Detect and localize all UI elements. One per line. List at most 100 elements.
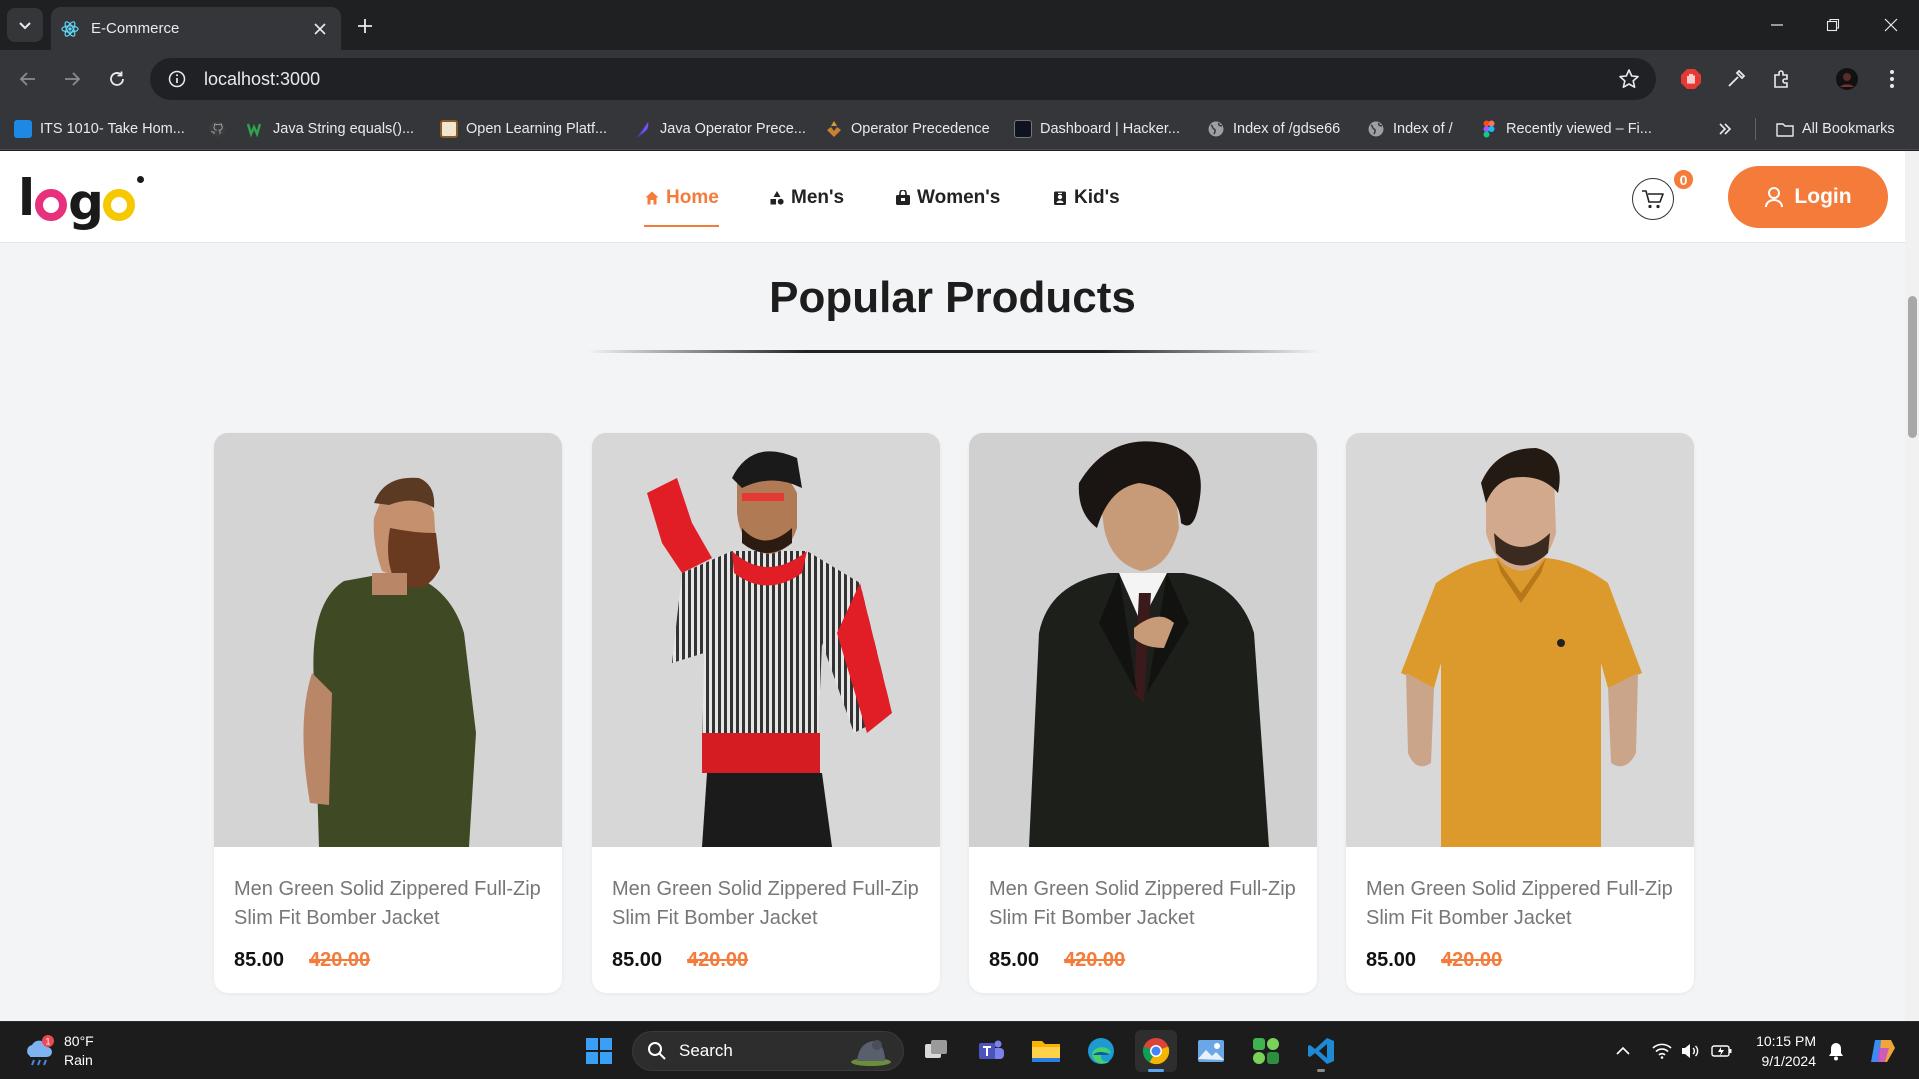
nav-kids[interactable]: Kid's (1052, 183, 1120, 213)
windows-logo-icon (586, 1038, 612, 1064)
restore-button[interactable] (1818, 10, 1848, 40)
photos-app[interactable] (1190, 1030, 1232, 1072)
product-card[interactable]: Men Green Solid Zippered Full-Zip Slim F… (1346, 433, 1694, 993)
photos-icon (1198, 1040, 1224, 1062)
product-image[interactable] (214, 433, 562, 847)
bookmark-star-button[interactable] (1618, 68, 1640, 90)
site-info-button[interactable] (156, 58, 198, 100)
search-icon (648, 1042, 666, 1060)
bookmark-item[interactable]: Index of / (1367, 117, 1453, 141)
title-divider (587, 350, 1320, 353)
browser-tab[interactable]: E-Commerce (51, 7, 341, 50)
clock-date: 9/1/2024 (1761, 1053, 1817, 1069)
hackerrank-icon (1014, 120, 1032, 138)
page-scrollbar-track[interactable] (1905, 151, 1919, 1021)
login-button[interactable]: Login (1728, 166, 1888, 228)
tab-search-button[interactable] (7, 8, 43, 42)
bookmarks-overflow-button[interactable] (1718, 117, 1732, 141)
nav-womens[interactable]: Women's (895, 183, 1000, 213)
product-old-price: 420.00 (309, 949, 371, 971)
profile-avatar[interactable] (1833, 65, 1861, 93)
bookmark-item[interactable]: Java Operator Prece... (634, 117, 806, 141)
browser-tab-strip: E-Commerce (0, 0, 1919, 50)
teams-icon (979, 1040, 1004, 1059)
bookmark-item[interactable]: Index of /gdse66 (1207, 117, 1340, 141)
back-button[interactable] (12, 63, 44, 95)
bookmark-label: ITS 1010- Take Hom... (40, 121, 185, 137)
task-view-button[interactable] (915, 1030, 957, 1072)
nav-home[interactable]: Home (644, 183, 719, 227)
product-name[interactable]: Men Green Solid Zippered Full-Zip Slim F… (989, 875, 1304, 933)
bookmark-label: Java Operator Prece... (660, 121, 806, 137)
nav-mens-label: Men's (791, 187, 845, 208)
file-explorer-app[interactable] (1025, 1030, 1067, 1072)
forward-button[interactable] (56, 63, 88, 95)
product-photo-black-suit (969, 433, 1317, 847)
show-hidden-icons-button[interactable] (1612, 1040, 1634, 1062)
bookmark-item[interactable] (208, 117, 234, 141)
start-button[interactable] (578, 1030, 620, 1072)
product-price: 85.00 (989, 949, 1040, 971)
product-photo-green-tshirt (214, 433, 562, 847)
bookmark-item[interactable]: Recently viewed – Fi... (1480, 117, 1652, 141)
puzzle-icon (1774, 70, 1788, 88)
running-app-indicator (1317, 1069, 1325, 1072)
bookmark-item[interactable]: Dashboard | Hacker... (1014, 117, 1180, 141)
volume-status[interactable] (1679, 1040, 1701, 1062)
vscode-app[interactable] (1300, 1030, 1342, 1072)
product-card[interactable]: Men Green Solid Zippered Full-Zip Slim F… (969, 433, 1317, 993)
battery-status[interactable] (1711, 1040, 1733, 1062)
address-bar[interactable]: localhost:3000 (150, 58, 1656, 100)
site-logo[interactable]: l g (18, 167, 144, 227)
product-image[interactable] (592, 433, 940, 847)
bookmark-label: Java String equals()... (273, 121, 415, 137)
url-text[interactable]: localhost:3000 (204, 69, 320, 90)
bookmark-item[interactable]: Open Learning Platf... (440, 117, 607, 141)
copilot-button[interactable] (1867, 1036, 1897, 1066)
active-underline (644, 225, 719, 227)
bookmark-item[interactable]: Java String equals()... (247, 117, 414, 141)
globe-icon (1208, 121, 1224, 137)
classroom-icon (14, 120, 32, 138)
logo-yellow-ring (102, 189, 135, 221)
product-card[interactable]: Men Green Solid Zippered Full-Zip Slim F… (592, 433, 940, 993)
product-image[interactable] (1346, 433, 1694, 847)
bookmark-item[interactable]: Operator Precedence (825, 117, 990, 141)
product-old-price: 420.00 (687, 949, 749, 971)
close-window-button[interactable] (1876, 10, 1906, 40)
folder-icon (1776, 123, 1794, 137)
new-tab-button[interactable] (352, 13, 378, 39)
product-card[interactable]: Men Green Solid Zippered Full-Zip Slim F… (214, 433, 562, 993)
system-clock[interactable]: 10:15 PM 9/1/2024 (1752, 1031, 1816, 1071)
product-image[interactable] (969, 433, 1317, 847)
extensions-button[interactable] (1768, 65, 1796, 93)
reload-button[interactable] (101, 63, 133, 95)
react-icon (61, 20, 79, 37)
cart-button[interactable] (1632, 178, 1674, 220)
nav-mens[interactable]: Men's (769, 183, 844, 213)
taskbar-search[interactable]: Search (632, 1031, 904, 1071)
browser-menu-button[interactable] (1878, 65, 1906, 93)
product-name[interactable]: Men Green Solid Zippered Full-Zip Slim F… (612, 875, 927, 933)
product-name[interactable]: Men Green Solid Zippered Full-Zip Slim F… (234, 875, 549, 933)
more-vertical-icon (1890, 70, 1894, 88)
arrow-right-icon (65, 72, 81, 86)
chrome-app[interactable] (1135, 1030, 1177, 1072)
edge-app[interactable] (1080, 1030, 1122, 1072)
bookmark-label: Operator Precedence (851, 121, 990, 137)
notifications-button[interactable] (1825, 1040, 1847, 1062)
product-name[interactable]: Men Green Solid Zippered Full-Zip Slim F… (1366, 875, 1681, 933)
page-scrollbar-thumb[interactable] (1908, 296, 1917, 438)
all-bookmarks-button[interactable]: All Bookmarks (1776, 117, 1895, 141)
green-app[interactable] (1245, 1030, 1287, 1072)
clock-time: 10:15 PM (1756, 1033, 1816, 1049)
tab-close-button[interactable] (309, 18, 331, 40)
teams-app[interactable] (970, 1030, 1012, 1072)
extension-adblock[interactable] (1677, 65, 1705, 93)
bookmark-item[interactable]: ITS 1010- Take Hom... (14, 117, 185, 141)
wifi-status[interactable] (1651, 1040, 1673, 1062)
extension-eyedropper[interactable] (1722, 65, 1750, 93)
minimize-button[interactable] (1762, 10, 1792, 40)
shapes-icon (770, 191, 784, 205)
weather-widget[interactable]: 1 80°F Rain (22, 1032, 94, 1070)
